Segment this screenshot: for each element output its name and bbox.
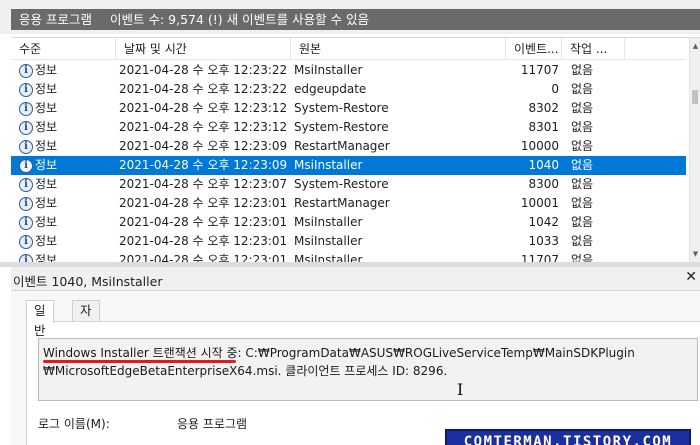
table-row[interactable]: i 정보 2021-04-28 수 오후 12:23:01 MsiInstaller 1… xyxy=(11,251,686,262)
cell-task: 없음 xyxy=(571,158,594,172)
info-icon: i xyxy=(19,254,33,262)
cell-source: MsiInstaller xyxy=(294,158,363,172)
info-icon: i xyxy=(19,64,33,78)
tab-general[interactable]: 일반 xyxy=(26,300,54,338)
cell-datetime: 2021-04-28 수 오후 12:23:12 xyxy=(119,101,288,115)
cell-source: System-Restore xyxy=(294,101,389,115)
event-detail-title: 이벤트 1040, MsiInstaller xyxy=(13,274,163,289)
event-rows: i 정보 2021-04-28 수 오후 12:23:22 MsiInstaller 1… xyxy=(11,61,686,262)
cell-source: System-Restore xyxy=(294,177,389,191)
column-header-task[interactable]: 작업 ... xyxy=(562,38,625,60)
cell-datetime: 2021-04-28 수 오후 12:23:22 xyxy=(119,82,288,96)
table-row[interactable]: i 정보 2021-04-28 수 오후 12:23:22 MsiInstaller 1… xyxy=(11,61,686,80)
table-row[interactable]: i 정보 2021-04-28 수 오후 12:23:01 MsiInstaller 1… xyxy=(11,232,686,251)
cell-event-id: 1042 xyxy=(528,215,559,229)
event-detail-pane: 일반 자세히 Windows Installer 트랜잭션 시작 중: C:₩P… xyxy=(11,291,700,445)
cell-task: 없음 xyxy=(571,177,594,191)
cell-event-id: 10000 xyxy=(520,139,559,153)
table-row[interactable]: i 정보 2021-04-28 수 오후 12:23:09 MsiInstaller 1… xyxy=(11,156,686,175)
info-icon: i xyxy=(19,235,33,249)
cell-source: RestartManager xyxy=(294,196,390,210)
event-list-titlebar: 응용 프로그램 이벤트 수: 9,574 (!) 새 이벤트를 사용할 수 있음 xyxy=(0,0,700,34)
cell-event-id: 0 xyxy=(551,82,559,96)
cell-source: MsiInstaller xyxy=(294,253,363,262)
cell-event-id: 8301 xyxy=(528,120,559,134)
info-icon: i xyxy=(19,83,33,97)
event-detail-header: 이벤트 1040, MsiInstaller ✕ xyxy=(11,267,700,291)
tab-details[interactable]: 자세히 xyxy=(72,300,100,358)
info-icon: i xyxy=(19,102,33,116)
cell-datetime: 2021-04-28 수 오후 12:23:07 xyxy=(119,177,288,191)
red-underline-annotation xyxy=(43,360,236,363)
table-row[interactable]: i 정보 2021-04-28 수 오후 12:23:12 System-Restor… xyxy=(11,118,686,137)
info-icon: i xyxy=(19,140,33,154)
column-header-source[interactable]: 원본 xyxy=(291,38,506,60)
close-icon[interactable]: ✕ xyxy=(685,269,697,285)
cell-event-id: 1033 xyxy=(528,234,559,248)
table-row[interactable]: i 정보 2021-04-28 수 오후 12:23:01 MsiInstaller 1… xyxy=(11,213,686,232)
column-header-row: 수준 날짜 및 시간 원본 이벤트... 작업 ... xyxy=(11,38,686,60)
table-row[interactable]: i 정보 2021-04-28 수 오후 12:23:01 RestartManage… xyxy=(11,194,686,213)
cell-task: 없음 xyxy=(571,82,594,96)
cell-task: 없음 xyxy=(571,101,594,115)
cell-source: System-Restore xyxy=(294,120,389,134)
table-row[interactable]: i 정보 2021-04-28 수 오후 12:23:07 System-Restor… xyxy=(11,175,686,194)
cell-source: MsiInstaller xyxy=(294,215,363,229)
general-tab-body: Windows Installer 트랜잭션 시작 중: C:₩ProgramD… xyxy=(26,321,700,445)
cell-source: MsiInstaller xyxy=(294,234,363,248)
log-name-title: 응용 프로그램 xyxy=(19,12,92,27)
cell-datetime: 2021-04-28 수 오후 12:23:22 xyxy=(119,63,288,77)
column-header-level[interactable]: 수준 xyxy=(11,38,116,60)
cell-datetime: 2021-04-28 수 오후 12:23:12 xyxy=(119,120,288,134)
info-icon: i xyxy=(19,216,33,230)
list-vertical-scrollbar[interactable]: ▲ ▼ xyxy=(689,38,700,262)
cell-datetime: 2021-04-28 수 오후 12:23:09 xyxy=(119,139,288,153)
message-line-2: ₩MicrosoftEdgeBetaEnterpriseX64.msi. 클라이… xyxy=(43,364,448,378)
cell-datetime: 2021-04-28 수 오후 12:23:01 xyxy=(119,215,288,229)
cell-task: 없음 xyxy=(571,120,594,134)
cell-task: 없음 xyxy=(571,253,594,262)
cell-event-id: 10001 xyxy=(520,196,559,210)
event-count-text: 이벤트 수: 9,574 (!) 새 이벤트를 사용할 수 있음 xyxy=(109,12,370,27)
scrollbar-thumb[interactable] xyxy=(692,90,698,104)
log-name-label: 로그 이름(M): xyxy=(38,417,110,431)
chevron-down-icon[interactable]: ▼ xyxy=(691,248,700,260)
text-cursor-icon: I xyxy=(457,380,464,399)
cell-task: 없음 xyxy=(571,139,594,153)
cell-event-id: 8302 xyxy=(528,101,559,115)
watermark-logo: COMTERMAN.TISTORY.COM xyxy=(445,429,691,445)
log-name-value: 응용 프로그램 xyxy=(177,417,248,431)
table-row[interactable]: i 정보 2021-04-28 수 오후 12:23:12 System-Restor… xyxy=(11,99,686,118)
titlebar-strip: 응용 프로그램 이벤트 수: 9,574 (!) 새 이벤트를 사용할 수 있음 xyxy=(11,9,700,30)
event-list[interactable]: 수준 날짜 및 시간 원본 이벤트... 작업 ... i 정보 2021-04-2… xyxy=(11,37,700,262)
cell-datetime: 2021-04-28 수 오후 12:23:01 xyxy=(119,253,288,262)
column-header-datetime[interactable]: 날짜 및 시간 xyxy=(116,38,291,60)
chevron-up-icon[interactable]: ▲ xyxy=(691,40,700,52)
cell-datetime: 2021-04-28 수 오후 12:23:01 xyxy=(119,196,288,210)
cell-event-id: 11707 xyxy=(520,253,559,262)
cell-task: 없음 xyxy=(571,196,594,210)
cell-source: MsiInstaller xyxy=(294,63,363,77)
column-header-event-id[interactable]: 이벤트... xyxy=(506,38,562,60)
info-icon: i xyxy=(19,197,33,211)
cell-task: 없음 xyxy=(571,63,594,77)
cell-event-id: 11707 xyxy=(520,63,559,77)
info-icon: i xyxy=(19,121,33,135)
info-icon: i xyxy=(19,178,33,192)
cell-task: 없음 xyxy=(571,234,594,248)
info-icon: i xyxy=(19,159,33,173)
cell-datetime: 2021-04-28 수 오후 12:23:01 xyxy=(119,234,288,248)
cell-event-id: 8300 xyxy=(528,177,559,191)
cell-task: 없음 xyxy=(571,215,594,229)
message-line-1: Windows Installer 트랜잭션 시작 중: C:₩ProgramD… xyxy=(43,346,635,360)
table-row[interactable]: i 정보 2021-04-28 수 오후 12:23:22 edgeupdate 0 없음 xyxy=(11,80,686,99)
event-message-box[interactable]: Windows Installer 트랜잭션 시작 중: C:₩ProgramD… xyxy=(38,338,698,401)
cell-event-id: 1040 xyxy=(528,158,559,172)
cell-source: RestartManager xyxy=(294,139,390,153)
cell-datetime: 2021-04-28 수 오후 12:23:09 xyxy=(119,158,288,172)
table-row[interactable]: i 정보 2021-04-28 수 오후 12:23:09 RestartManage… xyxy=(11,137,686,156)
cell-source: edgeupdate xyxy=(294,82,367,96)
